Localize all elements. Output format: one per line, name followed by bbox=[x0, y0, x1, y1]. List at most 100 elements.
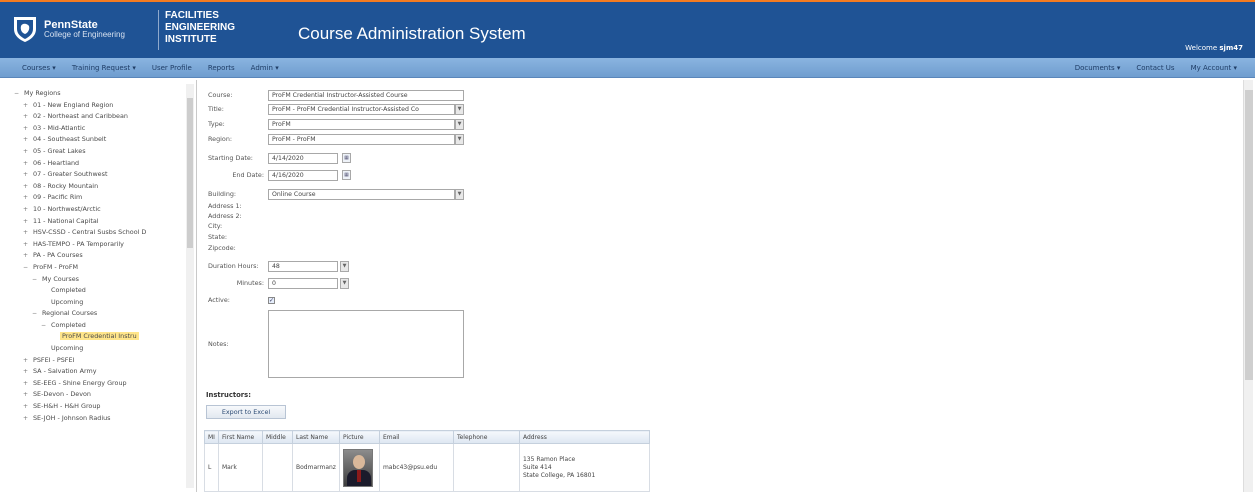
tree-node[interactable]: Upcoming bbox=[14, 297, 184, 309]
column-header-address[interactable]: Address bbox=[518, 430, 651, 444]
collapse-icon[interactable]: − bbox=[23, 262, 33, 274]
nav-my-account[interactable]: My Account ▾ bbox=[1183, 64, 1245, 72]
tree-node-label[interactable]: Completed bbox=[51, 286, 86, 294]
column-header-last-name[interactable]: Last Name bbox=[292, 430, 340, 444]
expand-icon[interactable]: + bbox=[23, 204, 33, 216]
tree-node[interactable]: + SE-H&H - H&H Group bbox=[14, 401, 184, 413]
column-header-mi[interactable]: MI bbox=[204, 430, 219, 444]
expand-icon[interactable]: + bbox=[23, 192, 33, 204]
nav-courses[interactable]: Courses ▾ bbox=[14, 64, 64, 72]
tree-node[interactable]: +04 - Southeast Sunbelt bbox=[14, 134, 184, 146]
tree-node-label[interactable]: Completed bbox=[51, 321, 86, 329]
nav-contact-us[interactable]: Contact Us bbox=[1128, 64, 1182, 72]
duration-hours-input[interactable]: 48 bbox=[268, 260, 338, 272]
export-to-excel-button[interactable]: Export to Excel bbox=[206, 405, 286, 419]
nav-documents[interactable]: Documents ▾ bbox=[1067, 64, 1129, 72]
nav-user-profile[interactable]: User Profile bbox=[144, 64, 200, 72]
tree-node-label[interactable]: 11 - National Capital bbox=[33, 217, 99, 225]
expand-icon[interactable]: + bbox=[23, 146, 33, 158]
tree-node[interactable]: + SA - Salvation Army bbox=[14, 366, 184, 378]
tree-node-label[interactable]: My Regions bbox=[24, 89, 61, 97]
start-date-input[interactable]: 4/14/2020 bbox=[268, 152, 338, 164]
expand-icon[interactable]: + bbox=[23, 169, 33, 181]
expand-icon[interactable]: + bbox=[23, 111, 33, 123]
tree-node[interactable]: +08 - Rocky Mountain bbox=[14, 181, 184, 193]
pennstate-logo[interactable]: PennState College of Engineering bbox=[12, 12, 152, 46]
tree-node[interactable]: − Regional Courses bbox=[14, 308, 184, 320]
tree-node-label[interactable]: 06 - Heartland bbox=[33, 159, 79, 167]
expand-icon[interactable]: + bbox=[23, 181, 33, 193]
nav-reports[interactable]: Reports bbox=[200, 64, 243, 72]
tree-node-label[interactable]: 01 - New England Region bbox=[33, 101, 113, 109]
chevron-down-icon[interactable]: ▼ bbox=[455, 133, 464, 145]
calendar-icon[interactable]: ▦ bbox=[342, 153, 351, 163]
expand-icon[interactable]: + bbox=[23, 227, 33, 239]
cell-email[interactable]: mabc43@psu.edu bbox=[378, 443, 454, 492]
expand-icon[interactable]: + bbox=[23, 158, 33, 170]
expand-icon[interactable]: + bbox=[23, 100, 33, 112]
tree-node-label[interactable]: 09 - Pacific Rim bbox=[33, 193, 82, 201]
expand-icon[interactable]: + bbox=[23, 401, 33, 413]
tree-node-label[interactable]: 05 - Great Lakes bbox=[33, 147, 86, 155]
column-header-first-name[interactable]: First Name bbox=[218, 430, 263, 444]
building-select[interactable]: Online Course bbox=[268, 188, 455, 200]
chevron-down-icon[interactable]: ▼ bbox=[455, 188, 464, 200]
tree-node[interactable]: Upcoming bbox=[14, 343, 184, 355]
tree-node[interactable]: − Completed bbox=[14, 320, 184, 332]
expand-icon[interactable]: + bbox=[23, 378, 33, 390]
tree-node-label[interactable]: ProFM Credential Instru bbox=[60, 332, 139, 341]
expand-icon[interactable]: + bbox=[23, 134, 33, 146]
active-checkbox[interactable]: ✓ bbox=[268, 296, 275, 304]
collapse-icon[interactable]: − bbox=[32, 274, 42, 286]
collapse-icon[interactable]: − bbox=[14, 88, 24, 100]
expand-icon[interactable]: + bbox=[23, 250, 33, 262]
table-row[interactable]: L Mark Bodmarmanz mabc43@psu.edu 135 Ram… bbox=[204, 443, 651, 492]
tree-node[interactable]: +10 - Northwest/Arctic bbox=[14, 204, 184, 216]
tree-node[interactable]: − My Regions bbox=[14, 88, 184, 100]
title-select[interactable]: ProFM - ProFM Credential Instructor-Assi… bbox=[268, 103, 455, 115]
spinner-icon[interactable]: ▼ bbox=[340, 277, 349, 289]
tree-node[interactable]: +01 - New England Region bbox=[14, 100, 184, 112]
tree-node[interactable]: + HAS-TEMPO - PA Temporarily bbox=[14, 239, 184, 251]
tree-node-label[interactable]: PSFEI - PSFEI bbox=[33, 356, 74, 364]
tree-node-label[interactable]: 02 - Northeast and Caribbean bbox=[33, 112, 128, 120]
end-date-input[interactable]: 4/16/2020 bbox=[268, 169, 338, 181]
notes-textarea[interactable] bbox=[268, 310, 464, 378]
expand-icon[interactable]: + bbox=[23, 389, 33, 401]
tree-scrollbar[interactable] bbox=[186, 84, 194, 488]
tree-node[interactable]: + SE-Devon - Devon bbox=[14, 389, 184, 401]
tree-node-label[interactable]: SE-H&H - H&H Group bbox=[33, 402, 100, 410]
chevron-down-icon[interactable]: ▼ bbox=[455, 118, 464, 130]
calendar-icon[interactable]: ▦ bbox=[342, 170, 351, 180]
tree-node[interactable]: ProFM Credential Instru bbox=[14, 331, 184, 343]
collapse-icon[interactable]: − bbox=[41, 320, 51, 332]
tree-node-label[interactable]: SE-EEG - Shine Energy Group bbox=[33, 379, 127, 387]
tree-node[interactable]: + PA - PA Courses bbox=[14, 250, 184, 262]
tree-node-label[interactable]: Upcoming bbox=[51, 298, 83, 306]
tree-node[interactable]: +09 - Pacific Rim bbox=[14, 192, 184, 204]
tree-node-label[interactable]: 07 - Greater Southwest bbox=[33, 170, 107, 178]
tree-node-label[interactable]: Upcoming bbox=[51, 344, 83, 352]
chevron-down-icon[interactable]: ▼ bbox=[455, 103, 464, 115]
tree-scrollbar-thumb[interactable] bbox=[187, 98, 193, 248]
tree-node-label[interactable]: SE-Devon - Devon bbox=[33, 390, 91, 398]
tree-node[interactable]: + PSFEI - PSFEI bbox=[14, 355, 184, 367]
collapse-icon[interactable]: − bbox=[32, 308, 42, 320]
nav-training-request[interactable]: Training Request ▾ bbox=[64, 64, 144, 72]
column-header-email[interactable]: Email bbox=[378, 430, 454, 444]
tree-node-label[interactable]: HSV-CSSD - Central Susbs School D bbox=[33, 228, 146, 236]
expand-icon[interactable]: + bbox=[23, 366, 33, 378]
tree-node-label[interactable]: 04 - Southeast Sunbelt bbox=[33, 135, 106, 143]
tree-node[interactable]: +06 - Heartland bbox=[14, 158, 184, 170]
region-select[interactable]: ProFM - ProFM bbox=[268, 133, 455, 145]
tree-node[interactable]: − My Courses bbox=[14, 274, 184, 286]
column-header-middle[interactable]: Middle bbox=[262, 430, 293, 444]
expand-icon[interactable]: + bbox=[23, 123, 33, 135]
tree-node[interactable]: +07 - Greater Southwest bbox=[14, 169, 184, 181]
tree-node-label[interactable]: 10 - Northwest/Arctic bbox=[33, 205, 101, 213]
expand-icon[interactable]: + bbox=[23, 239, 33, 251]
tree-node[interactable]: +03 - Mid-Atlantic bbox=[14, 123, 184, 135]
type-select[interactable]: ProFM bbox=[268, 118, 455, 130]
tree-node-label[interactable]: SE-JOH - Johnson Radius bbox=[33, 414, 111, 422]
spinner-icon[interactable]: ▼ bbox=[340, 260, 349, 272]
